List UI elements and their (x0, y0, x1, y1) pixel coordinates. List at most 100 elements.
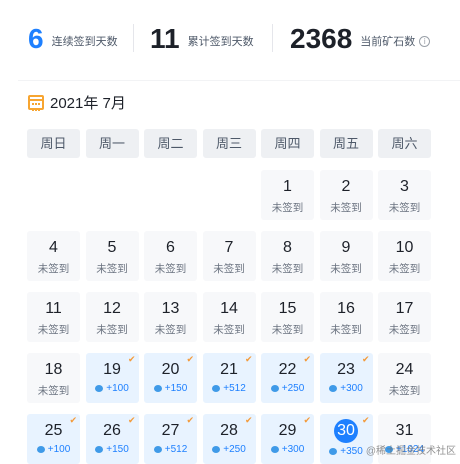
checkin-status: 未签到 (27, 383, 80, 398)
calendar-day[interactable]: 21+512✔ (203, 353, 256, 403)
ore-gem-icon (271, 385, 279, 392)
reward-points: +350 (320, 446, 373, 457)
calendar-day[interactable]: 8未签到 (261, 231, 314, 281)
reward-points: +100 (86, 383, 139, 394)
ore-gem-icon (329, 448, 337, 455)
ore-value: 2368 (290, 16, 352, 62)
calendar-day[interactable]: 27+512✔ (144, 414, 197, 464)
calendar-day[interactable]: 13 未签到 (144, 292, 197, 342)
day-number: 18 (27, 360, 80, 380)
checkin-status: 未签到 (86, 322, 139, 337)
ore-stat: 2368 当前矿石数 i (290, 16, 430, 62)
points-value: +300 (340, 383, 363, 394)
points-value: +150 (165, 383, 188, 394)
calendar-day[interactable]: 11未签到 (27, 292, 80, 342)
calendar-day[interactable]: 3未签到 (378, 170, 431, 220)
points-value: +300 (282, 444, 305, 455)
calendar-day[interactable]: 22+250✔ (261, 353, 314, 403)
calendar-day[interactable]: 2 未签到 (320, 170, 373, 220)
ore-gem-icon (154, 385, 162, 392)
calendar-day[interactable]: 7未签到 (203, 231, 256, 281)
day-number: 6 (144, 238, 197, 258)
calendar-day[interactable]: 15未签到 (261, 292, 314, 342)
calendar-day[interactable]: 29+300✔ (261, 414, 314, 464)
weekday-header: 周六 (378, 129, 431, 158)
checkin-status: 未签到 (378, 261, 431, 276)
calendar-day[interactable]: 19+100✔ (86, 353, 139, 403)
checkin-status: 未签到 (320, 200, 373, 215)
calendar-day[interactable]: 17未签到 (378, 292, 431, 342)
calendar-day[interactable]: 30+350✔ (320, 414, 373, 464)
watermark: @稀土掘金技术社区 (366, 442, 456, 457)
calendar-day[interactable]: 18 未签到 (27, 353, 80, 403)
weekday-header: 周四 (261, 129, 314, 158)
weekday-header: 周一 (86, 129, 139, 158)
day-number: 30 (334, 419, 358, 443)
calendar-day[interactable]: 26+150✔ (86, 414, 139, 464)
calendar-day[interactable]: 1未签到 (261, 170, 314, 220)
checkin-status: 未签到 (203, 322, 256, 337)
calendar-day[interactable]: 10 未签到 (378, 231, 431, 281)
points-value: +100 (48, 444, 71, 455)
calendar-day[interactable]: 5 未签到 (86, 231, 139, 281)
calendar-day[interactable]: 23+300✔ (320, 353, 373, 403)
day-number: 10 (378, 238, 431, 258)
calendar-day[interactable]: 14 未签到 (203, 292, 256, 342)
stats-bar: 6 连续签到天数 11 累计签到天数 2368 当前矿石数 i (0, 16, 460, 62)
day-number: 3 (378, 177, 431, 197)
day-number: 31 (378, 421, 431, 441)
calendar-icon (28, 95, 44, 110)
points-value: +100 (106, 383, 129, 394)
calendar-day[interactable]: 4未签到 (27, 231, 80, 281)
points-value: +350 (340, 446, 363, 457)
reward-points: +250 (261, 383, 314, 394)
check-icon: ✔ (128, 354, 136, 364)
section-divider (18, 80, 460, 81)
calendar-day[interactable]: 28+250✔ (203, 414, 256, 464)
day-number: 5 (86, 238, 139, 258)
check-icon: ✔ (69, 415, 77, 425)
stat-divider (133, 24, 134, 52)
reward-points: +250 (203, 444, 256, 455)
calendar-day[interactable]: 12未签到 (86, 292, 139, 342)
day-number: 13 (144, 299, 197, 319)
checkin-status: 未签到 (261, 322, 314, 337)
checkin-status: 未签到 (203, 261, 256, 276)
check-icon: ✔ (303, 415, 311, 425)
checkin-status: 未签到 (27, 261, 80, 276)
day-number: 11 (27, 299, 80, 319)
weekday-header: 周五 (320, 129, 373, 158)
check-icon: ✔ (362, 354, 370, 364)
calendar-day[interactable]: 25+100✔ (27, 414, 80, 464)
day-number: 2 (320, 177, 373, 197)
checkin-status: 未签到 (86, 261, 139, 276)
reward-points: +100 (27, 444, 80, 455)
checkin-status: 未签到 (261, 261, 314, 276)
info-icon[interactable]: i (419, 36, 430, 47)
calendar-day[interactable]: 24未签到 (378, 353, 431, 403)
ore-label: 当前矿石数 (360, 33, 415, 49)
points-value: +512 (223, 383, 246, 394)
checkin-status: 未签到 (378, 383, 431, 398)
reward-points: +150 (144, 383, 197, 394)
check-icon: ✔ (186, 354, 194, 364)
checkin-status: 未签到 (320, 322, 373, 337)
calendar-day[interactable]: 20+150✔ (144, 353, 197, 403)
reward-points: +150 (86, 444, 139, 455)
ore-gem-icon (329, 385, 337, 392)
month-header: 2021年 7月 (28, 92, 126, 112)
weekday-header: 周三 (203, 129, 256, 158)
check-icon: ✔ (245, 415, 253, 425)
day-number: 9 (320, 238, 373, 258)
checkin-status: 未签到 (144, 322, 197, 337)
day-number: 14 (203, 299, 256, 319)
checkin-status: 未签到 (320, 261, 373, 276)
reward-points: +512 (144, 444, 197, 455)
ore-gem-icon (212, 446, 220, 453)
calendar-day[interactable]: 6未签到 (144, 231, 197, 281)
points-value: +150 (106, 444, 129, 455)
total-stat: 11 累计签到天数 (150, 16, 254, 62)
calendar-day[interactable]: 16未签到 (320, 292, 373, 342)
calendar-day[interactable]: 9 未签到 (320, 231, 373, 281)
month-label: 2021年 7月 (50, 92, 126, 113)
